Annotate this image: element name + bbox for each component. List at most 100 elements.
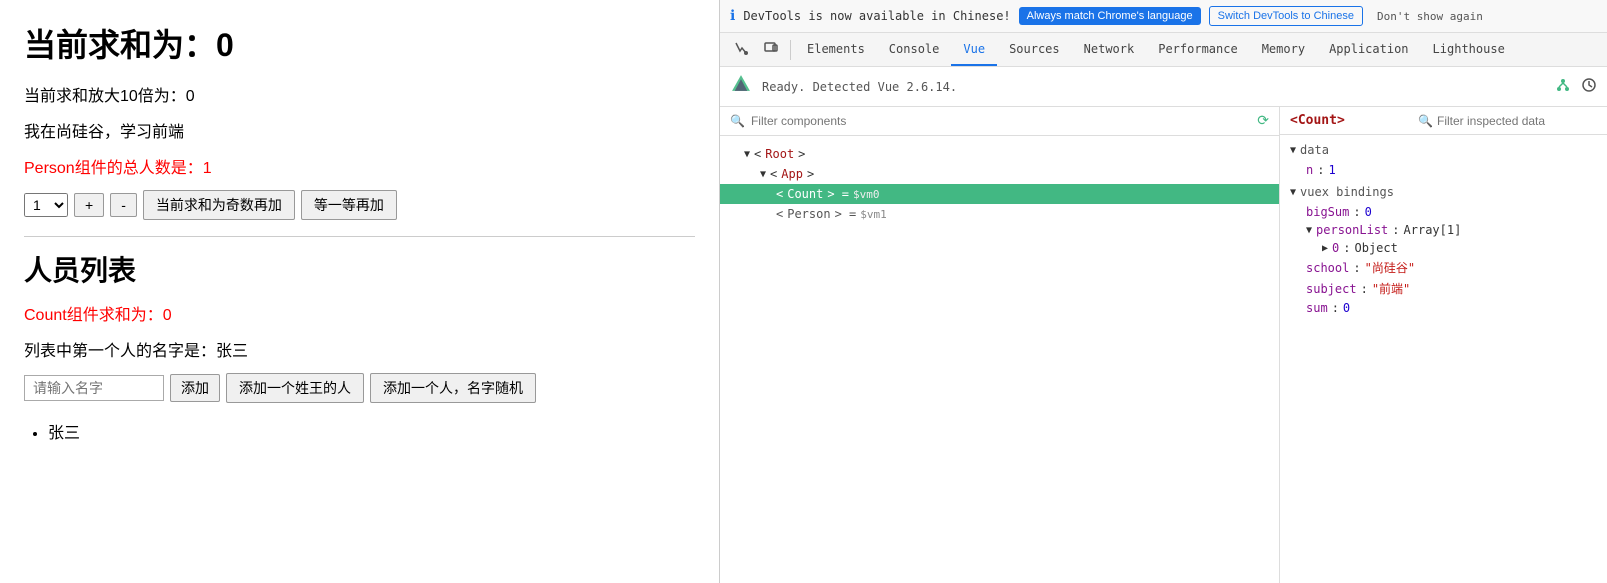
match-language-button[interactable]: Always match Chrome's language: [1019, 7, 1201, 25]
n-colon: :: [1317, 163, 1324, 177]
sum-controls-row: 1 2 3 + - 当前求和为奇数再加 等一等再加: [24, 190, 695, 220]
first-person-text: 列表中第一个人的名字是：张三: [24, 337, 695, 361]
tree-tag-app-close: >: [807, 167, 814, 181]
minus-button[interactable]: -: [110, 193, 137, 217]
tree-item-count[interactable]: <Count> = $vm0: [720, 184, 1279, 204]
inspect-element-icon[interactable]: [726, 33, 756, 66]
vuex-section-label: vuex bindings: [1300, 185, 1394, 199]
tree-vm-person: $vm1: [860, 208, 887, 221]
dismiss-button[interactable]: Don't show again: [1377, 10, 1483, 23]
subject-colon: :: [1361, 282, 1368, 296]
bigsum-key: bigSum: [1306, 205, 1349, 219]
personlist-prop-row: ▼ personList : Array[1]: [1290, 221, 1597, 239]
tab-performance[interactable]: Performance: [1146, 34, 1249, 66]
component-filter-bar: 🔍 ⟳: [720, 107, 1279, 136]
tree-arrow-root: ▼: [744, 149, 750, 160]
school-text: 我在尚硅谷，学习前端: [24, 118, 695, 142]
inspector-header: <Count> 🔍: [1280, 107, 1607, 135]
wait-add-button[interactable]: 等一等再加: [301, 190, 397, 220]
devtools-body: 🔍 ⟳ ▼ < Root > ▼ <App>: [720, 107, 1607, 583]
n-value: 1: [1328, 163, 1335, 177]
item0-key: 0: [1332, 241, 1339, 255]
vue-header-actions: [1555, 77, 1597, 97]
tree-tag-count-close: > =: [827, 187, 849, 201]
tree-item-person[interactable]: < Person > = $vm1: [720, 204, 1279, 224]
tab-sources[interactable]: Sources: [997, 34, 1072, 66]
vuex-section-header: ▼ vuex bindings: [1290, 185, 1597, 199]
tree-item-app[interactable]: ▼ <App>: [720, 164, 1279, 184]
devtools-panel: ℹ DevTools is now available in Chinese! …: [720, 0, 1607, 583]
add-wang-button[interactable]: 添加一个姓王的人: [226, 373, 364, 403]
item0-type: Object: [1355, 241, 1398, 255]
person-controls-row: 添加 添加一个姓王的人 添加一个人，名字随机: [24, 373, 695, 403]
vuex-arrow-icon: ▼: [1290, 187, 1296, 198]
inspector-body: ▼ data n : 1 ▼ vuex bindings: [1280, 135, 1607, 583]
inspector-search-input[interactable]: [1437, 114, 1597, 128]
tab-vue[interactable]: Vue: [951, 34, 997, 66]
data-section-label: data: [1300, 143, 1329, 157]
n-prop-row: n : 1: [1290, 161, 1597, 179]
data-arrow-icon: ▼: [1290, 145, 1296, 156]
school-colon: :: [1353, 261, 1360, 275]
inspector-search-icon: 🔍: [1418, 114, 1433, 128]
tree-tag-count-open: <: [776, 187, 783, 201]
item0-arrow-icon: ▶: [1322, 243, 1328, 254]
tree-tag-app-open: <: [770, 167, 777, 181]
component-tree: ▼ <Root> ▼ <App> <Count> = $vm0 <Person>: [720, 136, 1279, 583]
inspector-component-name: <Count>: [1290, 113, 1345, 128]
tab-application[interactable]: Application: [1317, 34, 1420, 66]
filter-search-icon: 🔍: [730, 114, 745, 128]
component-tree-icon[interactable]: [1555, 77, 1571, 97]
person-list-item: 张三: [48, 419, 695, 443]
sum-colon: :: [1332, 301, 1339, 315]
number-select[interactable]: 1 2 3: [24, 193, 68, 217]
tab-elements[interactable]: Elements: [795, 34, 877, 66]
school-prop-row: school : "尚硅谷": [1290, 257, 1597, 278]
add-button[interactable]: 添加: [170, 374, 220, 402]
personlist-type: Array[1]: [1404, 223, 1462, 237]
sum-10x-text: 当前求和放大10倍为：0: [24, 82, 695, 106]
tab-memory[interactable]: Memory: [1250, 34, 1317, 66]
divider: [24, 236, 695, 237]
personlist-arrow-icon: ▼: [1306, 225, 1312, 236]
history-icon[interactable]: [1581, 77, 1597, 97]
count-sum-text: Count组件求和为：0: [24, 301, 695, 325]
tree-tag-person-open: <: [776, 207, 783, 221]
switch-chinese-button[interactable]: Switch DevTools to Chinese: [1209, 6, 1363, 26]
tree-tag-name-count: Count: [787, 187, 823, 201]
bigsum-colon: :: [1353, 205, 1360, 219]
refresh-icon[interactable]: ⟳: [1257, 113, 1269, 129]
sum-value: 0: [1343, 301, 1350, 315]
vue-logo-icon: [730, 73, 752, 100]
tab-network[interactable]: Network: [1072, 34, 1147, 66]
plus-button[interactable]: +: [74, 193, 104, 217]
personlist-key: personList: [1316, 223, 1388, 237]
subject-prop-row: subject : "前端": [1290, 278, 1597, 299]
data-section-header: ▼ data: [1290, 143, 1597, 157]
info-icon: ℹ: [730, 8, 735, 24]
name-input[interactable]: [24, 375, 164, 401]
n-key: n: [1306, 163, 1313, 177]
inspector-search-bar: 🔍: [1418, 114, 1597, 128]
tree-tag-root: <: [754, 147, 761, 161]
sum-key: sum: [1306, 301, 1328, 315]
tree-tag-name-person: Person: [787, 207, 830, 221]
tab-console[interactable]: Console: [877, 34, 952, 66]
personlist-colon: :: [1392, 223, 1399, 237]
tab-lighthouse[interactable]: Lighthouse: [1421, 34, 1517, 66]
tree-tag-name-root: Root: [765, 147, 794, 161]
item0-prop-row: ▶ 0 : Object: [1290, 239, 1597, 257]
data-section: ▼ data n : 1: [1290, 143, 1597, 179]
bigsum-prop-row: bigSum : 0: [1290, 203, 1597, 221]
tree-item-root[interactable]: ▼ <Root>: [720, 144, 1279, 164]
device-toolbar-icon[interactable]: [756, 33, 786, 66]
inspector-pane: <Count> 🔍 ▼ data n: [1280, 107, 1607, 583]
person-count-text: Person组件的总人数是：1: [24, 154, 695, 178]
add-random-button[interactable]: 添加一个人，名字随机: [370, 373, 536, 403]
vuex-section: ▼ vuex bindings bigSum : 0 ▼ personList …: [1290, 185, 1597, 317]
vue-header-bar: Ready. Detected Vue 2.6.14.: [720, 67, 1607, 107]
tree-arrow-app: ▼: [760, 169, 766, 180]
tree-tag-person-close: > =: [835, 207, 857, 221]
filter-components-input[interactable]: [751, 114, 1251, 128]
odd-add-button[interactable]: 当前求和为奇数再加: [143, 190, 295, 220]
